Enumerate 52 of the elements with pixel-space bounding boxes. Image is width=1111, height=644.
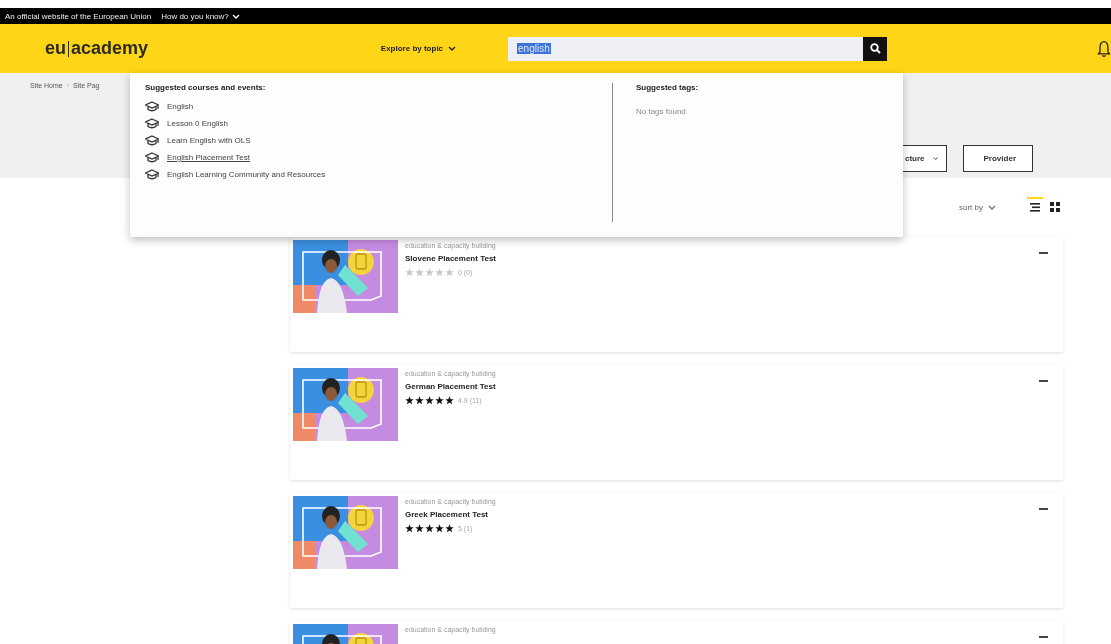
search-button[interactable]	[863, 36, 888, 61]
suggestion-item[interactable]: Learn English with OLS	[145, 135, 612, 146]
graduation-cap-icon	[145, 101, 159, 112]
course-title[interactable]: Slovene Placement Test	[405, 254, 1039, 263]
graduation-cap-icon	[145, 169, 159, 180]
filter-dropdown[interactable]: cture	[903, 145, 947, 172]
suggestion-item[interactable]: English Learning Community and Resources	[145, 169, 612, 180]
star-icon	[415, 268, 424, 277]
graduation-cap-icon	[145, 135, 159, 146]
bell-icon[interactable]	[1097, 39, 1111, 58]
official-notice: An official website of the European Union	[5, 11, 152, 21]
sort-by-dropdown[interactable]: sort by	[953, 202, 1002, 213]
suggestion-item[interactable]: English	[145, 101, 612, 112]
chevron-icon	[932, 156, 938, 161]
minus-icon[interactable]	[1039, 252, 1048, 255]
course-title[interactable]: Greek Placement Test	[405, 510, 1039, 519]
suggestions-heading: Suggested tags:	[636, 83, 699, 92]
star-icon	[405, 396, 414, 405]
star-icon	[445, 524, 454, 533]
explore-by-topic-button[interactable]: Explore by topic	[378, 42, 459, 55]
filter-dropdown[interactable]: Provider	[963, 145, 1033, 172]
suggestion-item[interactable]: English Placement Test	[145, 152, 612, 163]
minus-icon[interactable]	[1039, 636, 1048, 639]
how-do-you-know-link[interactable]: How do you know?	[161, 11, 240, 21]
star-icon	[435, 524, 444, 533]
minus-icon[interactable]	[1039, 508, 1048, 511]
star-icon	[425, 268, 434, 277]
star-icon	[415, 396, 424, 405]
chevron-icon	[448, 46, 457, 51]
suggestion-item[interactable]: Lesson 0 English	[145, 118, 612, 129]
star-icon	[425, 396, 434, 405]
chevron-icon	[231, 13, 240, 19]
minus-icon[interactable]	[1039, 380, 1048, 383]
grid-view-icon	[1049, 201, 1061, 213]
star-icon	[405, 268, 414, 277]
list-view-icon	[1029, 201, 1041, 213]
logo[interactable]: eu academy	[45, 38, 344, 59]
star-icon	[425, 524, 434, 533]
star-icon	[405, 524, 414, 533]
star-icon	[445, 268, 454, 277]
star-icon	[415, 524, 424, 533]
graduation-cap-icon	[145, 152, 159, 163]
star-icon	[435, 396, 444, 405]
search-icon	[869, 43, 881, 54]
course-title[interactable]: German Placement Test	[405, 382, 1039, 391]
suggestions-heading: Suggested courses and events:	[145, 83, 267, 92]
chevron-icon	[988, 205, 996, 210]
star-icon	[445, 396, 454, 405]
graduation-cap-icon	[145, 118, 159, 129]
no-tags-message: No tags found	[636, 107, 687, 116]
search-field[interactable]: english	[508, 36, 864, 61]
star-icon	[435, 268, 444, 277]
